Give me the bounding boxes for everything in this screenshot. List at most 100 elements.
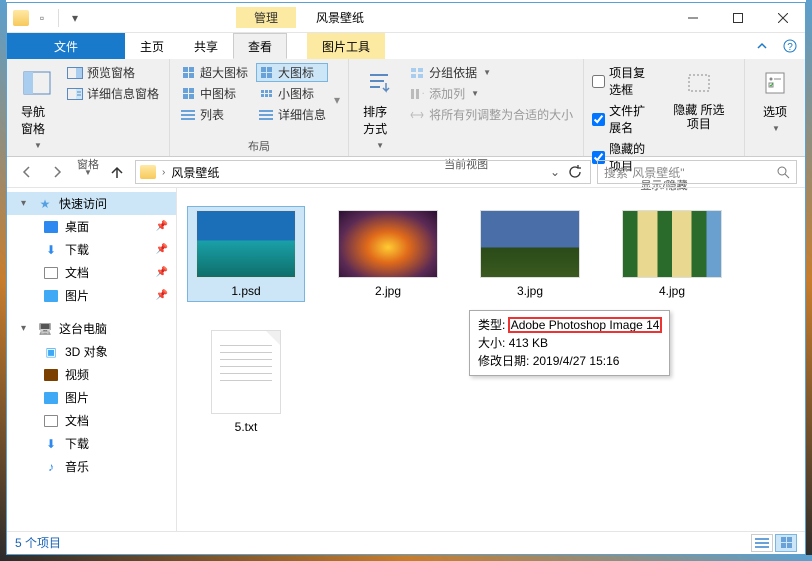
file-item[interactable]: 1.psd xyxy=(187,206,305,302)
nav-pane-icon xyxy=(23,71,51,95)
item-count: 5 个项目 xyxy=(15,534,61,551)
breadcrumb-segment[interactable]: 风景壁纸 xyxy=(171,164,219,181)
tree-desktop[interactable]: 桌面📌 xyxy=(7,215,176,238)
file-item[interactable]: 3.jpg xyxy=(471,206,589,302)
view-large-button[interactable]: 大图标 xyxy=(256,63,328,82)
search-box[interactable]: 搜索"风景壁纸" xyxy=(597,160,797,184)
minimize-button[interactable] xyxy=(670,3,715,33)
nav-recent-button[interactable]: ▼ xyxy=(75,160,99,184)
sort-by-button[interactable]: 排序方式▼ xyxy=(357,63,401,154)
tree-this-pc[interactable]: ▾🖥这台电脑 xyxy=(7,317,176,340)
ribbon: 导航窗格 ▼ 预览窗格 详细信息窗格 窗格 超大图标 中图标 列表 大图标 小图… xyxy=(7,59,805,157)
view-small-button[interactable]: 小图标 xyxy=(256,84,328,103)
file-item[interactable]: 4.jpg xyxy=(613,206,731,302)
pin-icon: 📌 xyxy=(156,221,168,232)
refresh-icon xyxy=(568,165,582,179)
address-bar: ▼ › 风景壁纸 ⌄ 搜索"风景壁纸" xyxy=(7,157,805,188)
download-icon: ⬇ xyxy=(43,242,59,258)
list-icon xyxy=(755,538,769,548)
qat-placeholder[interactable]: ▫ xyxy=(31,7,53,29)
nav-back-button[interactable] xyxy=(15,160,39,184)
tooltip-type-value: Adobe Photoshop Image 14 xyxy=(509,318,662,332)
document-icon xyxy=(44,267,58,279)
window-title: 风景壁纸 xyxy=(316,9,364,26)
close-button[interactable] xyxy=(760,3,805,33)
chevron-right-icon[interactable]: › xyxy=(160,167,167,178)
help-icon: ? xyxy=(783,39,797,53)
tree-videos[interactable]: 视频 xyxy=(7,363,176,386)
options-icon xyxy=(762,71,788,95)
add-col-icon: + xyxy=(410,88,424,100)
minimize-icon xyxy=(688,13,698,23)
file-name: 4.jpg xyxy=(659,284,685,298)
pictures-icon xyxy=(44,392,58,404)
qat-dropdown[interactable]: ▾ xyxy=(64,7,86,29)
pin-icon: 📌 xyxy=(156,244,168,255)
file-name: 1.psd xyxy=(231,284,260,298)
options-button[interactable]: 选项▼ xyxy=(753,63,797,152)
nav-pane-label: 导航窗格 xyxy=(21,103,53,137)
view-medium-button[interactable]: 中图标 xyxy=(178,84,250,103)
address-dropdown[interactable]: ⌄ xyxy=(550,165,560,179)
view-details-button[interactable] xyxy=(751,534,773,552)
nav-up-button[interactable] xyxy=(105,160,129,184)
nav-forward-button[interactable] xyxy=(45,160,69,184)
desktop-icon xyxy=(44,221,58,233)
music-icon: ♪ xyxy=(43,459,59,475)
fit-columns-button[interactable]: 将所有列调整为合适的大小 xyxy=(407,105,575,124)
tree-downloads-2[interactable]: ⬇下载 xyxy=(7,432,176,455)
tab-home[interactable]: 主页 xyxy=(125,33,179,59)
add-columns-button[interactable]: +添加列▼ xyxy=(407,84,575,103)
sort-icon xyxy=(366,71,392,95)
tab-share[interactable]: 共享 xyxy=(179,33,233,59)
tree-downloads[interactable]: ⬇下载📌 xyxy=(7,238,176,261)
tree-music[interactable]: ♪音乐 xyxy=(7,455,176,478)
file-item[interactable]: 5.txt xyxy=(187,326,305,438)
file-thumbnail xyxy=(211,330,281,414)
file-name: 2.jpg xyxy=(375,284,401,298)
view-list-button[interactable]: 列表 xyxy=(178,105,250,124)
tab-view[interactable]: 查看 xyxy=(233,33,287,59)
file-item[interactable]: 2.jpg xyxy=(329,206,447,302)
ribbon-collapse-button[interactable] xyxy=(749,33,775,59)
preview-pane-button[interactable]: 预览窗格 xyxy=(65,63,161,82)
file-thumbnail xyxy=(622,210,722,278)
tab-picture-tools[interactable]: 图片工具 xyxy=(307,33,385,59)
address-box[interactable]: › 风景壁纸 ⌄ xyxy=(135,160,591,184)
ribbon-group-current-view: 排序方式▼ 分组依据▼ +添加列▼ 将所有列调整为合适的大小 当前视图 xyxy=(349,59,584,156)
search-placeholder: 搜索"风景壁纸" xyxy=(604,164,685,181)
file-tooltip: 类型: Adobe Photoshop Image 14 大小: 413 KB … xyxy=(469,310,670,376)
view-thumbnails-button[interactable] xyxy=(775,534,797,552)
file-thumbnail xyxy=(480,210,580,278)
title-bar: ▫ ▾ 管理 风景壁纸 xyxy=(7,3,805,33)
group-by-button[interactable]: 分组依据▼ xyxy=(407,63,575,82)
chevron-down-icon: ▼ xyxy=(84,168,92,177)
tree-quick-access[interactable]: ▾★快速访问 xyxy=(7,192,176,215)
status-bar: 5 个项目 xyxy=(7,531,805,554)
help-button[interactable]: ? xyxy=(775,33,805,59)
grid-icon xyxy=(781,537,792,548)
tree-pictures-2[interactable]: 图片 xyxy=(7,386,176,409)
arrow-right-icon xyxy=(49,164,65,180)
tree-pictures[interactable]: 图片📌 xyxy=(7,284,176,307)
tab-file[interactable]: 文件 xyxy=(7,33,125,59)
view-details-button[interactable]: 详细信息 xyxy=(256,105,328,124)
details-pane-button[interactable]: 详细信息窗格 xyxy=(65,84,161,103)
nav-pane-button[interactable]: 导航窗格 ▼ xyxy=(15,63,59,154)
tree-documents[interactable]: 文档📌 xyxy=(7,261,176,284)
tree-3d-objects[interactable]: ▣3D 对象 xyxy=(7,340,176,363)
layout-more-button[interactable]: ▾ xyxy=(334,93,340,107)
file-list[interactable]: 1.psd 2.jpg 3.jpg 4.jpg 5.txt 类型: Adobe … xyxy=(177,188,805,530)
view-extra-large-button[interactable]: 超大图标 xyxy=(178,63,250,82)
tree-documents-2[interactable]: 文档 xyxy=(7,409,176,432)
search-icon xyxy=(776,165,790,179)
maximize-button[interactable] xyxy=(715,3,760,33)
item-checkboxes-toggle[interactable]: 项目复选框 xyxy=(592,63,656,99)
nav-tree: ▾★快速访问 桌面📌 ⬇下载📌 文档📌 图片📌 ▾🖥这台电脑 ▣3D 对象 视频… xyxy=(7,188,177,530)
file-ext-toggle[interactable]: 文件扩展名 xyxy=(592,101,656,137)
refresh-button[interactable] xyxy=(564,165,586,179)
ribbon-group-layout-label: 布局 xyxy=(178,138,340,154)
chevron-up-icon xyxy=(757,41,767,51)
cube-icon: ▣ xyxy=(43,344,59,360)
ribbon-tabs: 文件 主页 共享 查看 图片工具 ? xyxy=(7,33,805,59)
